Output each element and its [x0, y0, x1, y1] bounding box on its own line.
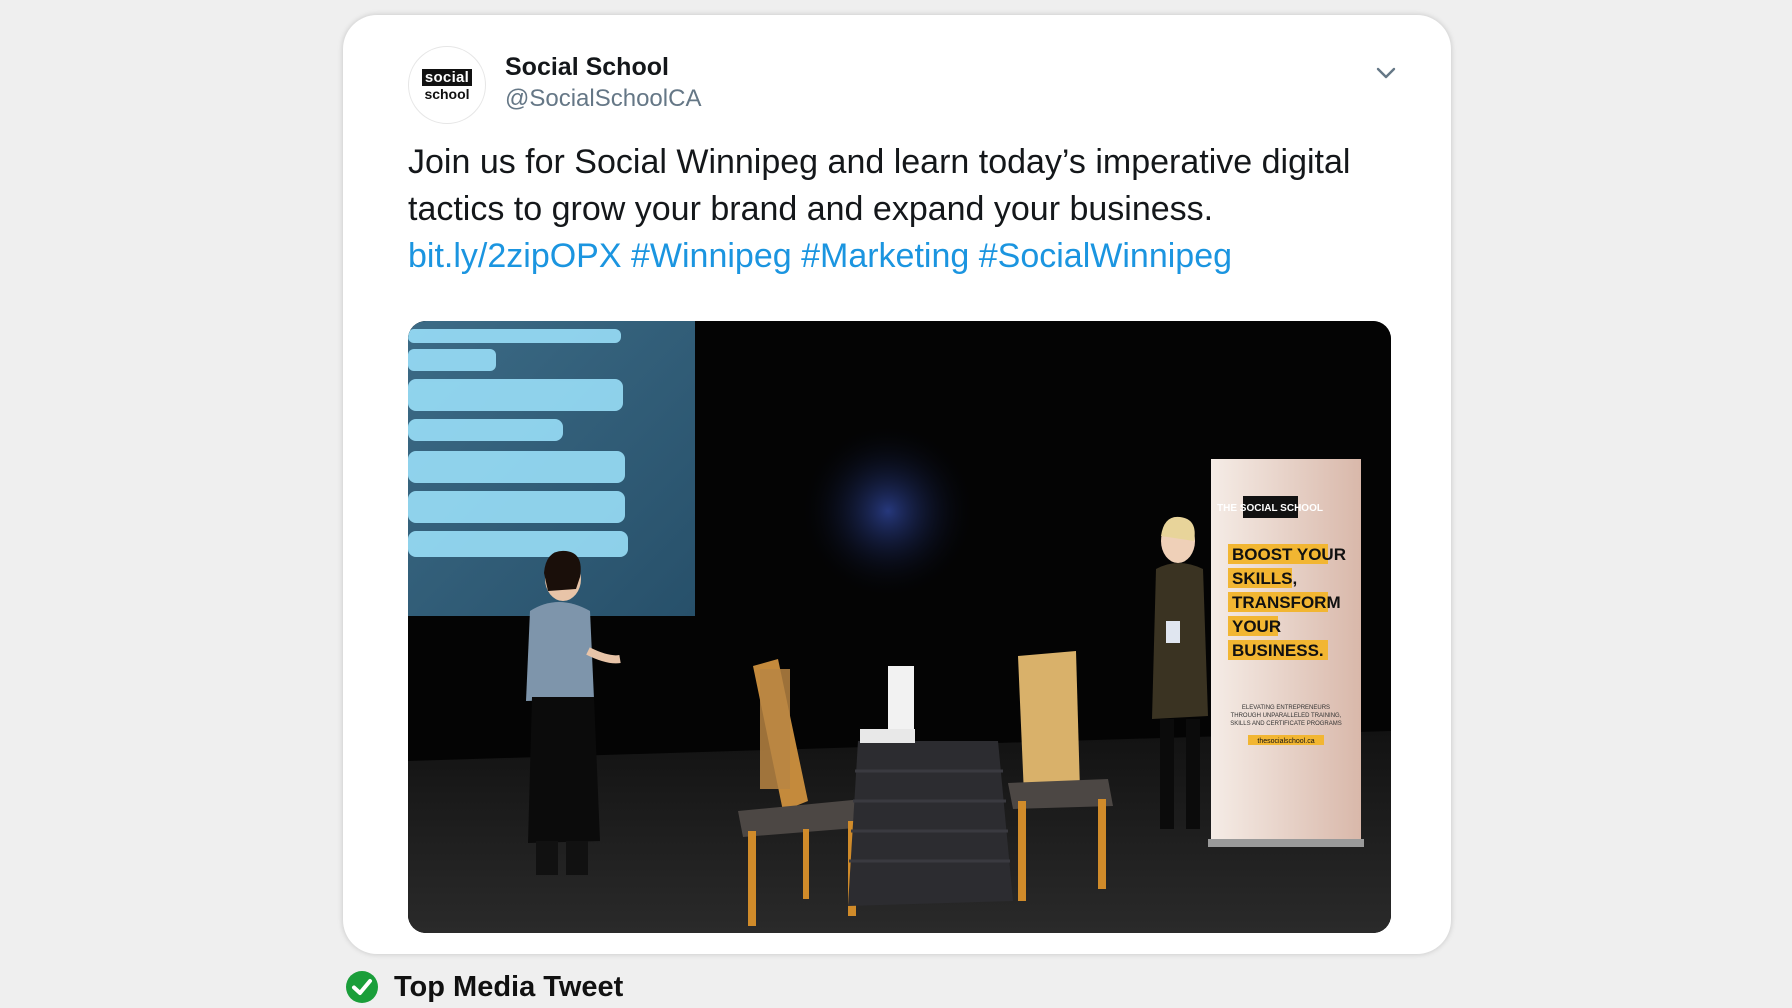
- chevron-down-icon[interactable]: [1368, 55, 1404, 91]
- spotlight: [798, 421, 978, 601]
- banner-logo: THE SOCIAL SCHOOL: [1217, 503, 1323, 514]
- banner-line: BUSINESS.: [1232, 641, 1324, 660]
- author-handle[interactable]: @SocialSchoolCA: [505, 85, 701, 113]
- avatar-logo-bottom: school: [424, 85, 470, 102]
- tweet-text: Join us for Social Winnipeg and learn to…: [408, 139, 1408, 280]
- tweet-text-line: Join us for Social Winnipeg and learn to…: [408, 143, 1351, 181]
- hashtag-socialwinnipeg[interactable]: #SocialWinnipeg: [979, 237, 1232, 275]
- banner-subtext: THROUGH UNPARALLELED TRAINING,: [1231, 713, 1342, 719]
- banner-subtext: SKILLS AND CERTIFICATE PROGRAMS: [1230, 721, 1341, 727]
- hashtag-winnipeg[interactable]: #Winnipeg: [631, 237, 792, 275]
- banner-line: BOOST YOUR: [1232, 545, 1346, 564]
- tweet-links: bit.ly/2zipOPX #Winnipeg #Marketing #Soc…: [408, 233, 1408, 280]
- check-circle-icon: [346, 971, 378, 1003]
- top-media-badge: Top Media Tweet: [345, 968, 623, 1006]
- stage-photo: THE SOCIAL SCHOOL BOOST YOUR SKILLS, TRA…: [408, 321, 1391, 933]
- author-name[interactable]: Social School: [505, 53, 669, 82]
- top-media-label: Top Media Tweet: [394, 970, 624, 1003]
- banner-subtext: ELEVATING ENTREPRENEURS: [1242, 705, 1330, 711]
- banner-line: YOUR: [1232, 617, 1281, 636]
- avatar[interactable]: social school: [408, 46, 486, 124]
- banner-line: SKILLS,: [1232, 569, 1297, 588]
- banner-url: thesocialschool.ca: [1257, 738, 1314, 745]
- tweet-text-line: tactics to grow your brand and expand yo…: [408, 190, 1214, 228]
- hashtag-marketing[interactable]: #Marketing: [801, 237, 969, 275]
- roll-up-banner: THE SOCIAL SCHOOL BOOST YOUR SKILLS, TRA…: [1208, 459, 1364, 847]
- tweet-media-photo[interactable]: THE SOCIAL SCHOOL BOOST YOUR SKILLS, TRA…: [408, 321, 1391, 933]
- avatar-logo-top: social: [421, 68, 473, 86]
- banner-line: TRANSFORM: [1232, 593, 1341, 612]
- tweet-card[interactable]: social school Social School @SocialSchoo…: [343, 15, 1451, 954]
- tweet-link[interactable]: bit.ly/2zipOPX: [408, 237, 622, 275]
